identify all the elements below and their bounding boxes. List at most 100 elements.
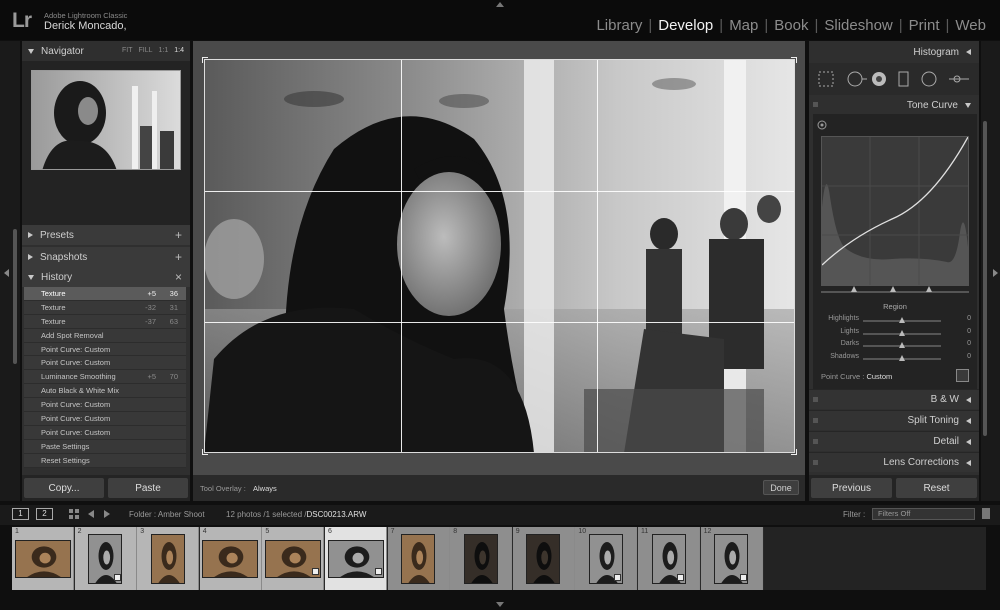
main-photo[interactable] bbox=[204, 59, 795, 453]
filmstrip-thumbnail[interactable] bbox=[463, 533, 498, 584]
history-header[interactable]: History × bbox=[22, 267, 190, 287]
zoom-1-4[interactable]: 1:4 bbox=[174, 47, 184, 54]
history-item[interactable]: Point Curve: Custom bbox=[24, 342, 186, 357]
back-arrow-icon[interactable] bbox=[88, 510, 94, 518]
reset-button[interactable]: Reset bbox=[896, 478, 977, 498]
snapshots-header[interactable]: Snapshots + bbox=[22, 247, 190, 267]
add-snapshot-icon[interactable]: + bbox=[175, 250, 182, 264]
filmstrip-cell[interactable]: 5 bbox=[262, 527, 325, 590]
develop-adjusted-badge-icon[interactable] bbox=[614, 574, 622, 581]
panel-switch-icon[interactable] bbox=[813, 397, 818, 402]
module-web[interactable]: Web bbox=[949, 17, 992, 34]
filter-select[interactable]: Filters Off bbox=[872, 508, 975, 520]
panel-lens-corrections[interactable]: Lens Corrections bbox=[809, 452, 979, 472]
panel-split-toning[interactable]: Split Toning bbox=[809, 410, 979, 430]
module-develop[interactable]: Develop bbox=[652, 17, 719, 34]
filmstrip-cell[interactable]: 9 bbox=[512, 527, 575, 590]
zoom-fit[interactable]: FIT bbox=[122, 47, 133, 54]
filmstrip-cell[interactable]: 3 bbox=[137, 527, 200, 590]
slider-track[interactable] bbox=[863, 329, 941, 336]
target-adjust-icon[interactable] bbox=[817, 120, 827, 130]
filmstrip-cell[interactable]: 2 bbox=[74, 527, 137, 590]
develop-adjusted-badge-icon[interactable] bbox=[113, 574, 121, 581]
slider-track[interactable] bbox=[863, 354, 941, 361]
slider-value[interactable]: 0 bbox=[967, 315, 971, 322]
filmstrip-cell[interactable]: 11 bbox=[638, 527, 700, 590]
panel-switch-icon[interactable] bbox=[813, 418, 818, 423]
tone-curve-header[interactable]: Tone Curve bbox=[809, 95, 979, 115]
tone-curve-graph[interactable] bbox=[821, 136, 969, 286]
slider-track[interactable] bbox=[863, 317, 941, 323]
module-book[interactable]: Book bbox=[768, 17, 814, 34]
edit-point-curve-icon[interactable] bbox=[956, 369, 969, 382]
left-panel-scrollbar[interactable] bbox=[13, 229, 17, 364]
filmstrip-thumbnail[interactable] bbox=[202, 539, 259, 578]
history-item[interactable]: Luminance Smoothing +5 70 bbox=[24, 370, 186, 385]
filter-lock-icon[interactable] bbox=[982, 508, 990, 519]
filmstrip-cell[interactable]: 8 bbox=[450, 527, 513, 590]
slider-value[interactable]: 0 bbox=[967, 353, 971, 360]
history-item[interactable]: Texture -37 63 bbox=[24, 314, 186, 329]
navigator-preview[interactable] bbox=[31, 70, 181, 170]
selected-filename[interactable]: DSC00213.ARW bbox=[307, 510, 367, 519]
hide-left-panel-arrow-icon[interactable] bbox=[4, 269, 9, 277]
history-item[interactable]: Point Curve: Custom bbox=[24, 398, 186, 413]
identity-plate[interactable]: Derick Moncado, bbox=[44, 20, 127, 32]
source-folder[interactable]: Folder : Amber Shoot bbox=[129, 510, 205, 519]
done-button[interactable]: Done bbox=[763, 480, 799, 495]
histogram-header[interactable]: Histogram bbox=[809, 42, 979, 62]
slider-value[interactable]: 0 bbox=[967, 328, 971, 335]
filmstrip-cell[interactable]: 10 bbox=[575, 527, 638, 590]
filmstrip-thumbnail[interactable] bbox=[14, 539, 71, 578]
module-slideshow[interactable]: Slideshow bbox=[818, 17, 898, 34]
main-window-button[interactable]: 1 bbox=[12, 508, 29, 520]
history-item[interactable]: Point Curve: Custom bbox=[24, 412, 186, 426]
hide-top-panel-arrow-icon[interactable] bbox=[496, 2, 504, 7]
history-item[interactable]: Point Curve: Custom bbox=[24, 356, 186, 371]
panel-detail[interactable]: Detail bbox=[809, 431, 979, 451]
slider-value[interactable]: 0 bbox=[967, 340, 971, 347]
history-item[interactable]: Reset Settings bbox=[24, 453, 186, 468]
history-item[interactable]: Texture +5 36 bbox=[24, 287, 186, 301]
filmstrip-cell[interactable]: 4 bbox=[199, 527, 262, 590]
panel-b-w[interactable]: B & W bbox=[809, 389, 979, 409]
panel-switch-icon[interactable] bbox=[813, 439, 818, 444]
right-panel-scrollbar[interactable] bbox=[983, 121, 987, 436]
forward-arrow-icon[interactable] bbox=[104, 510, 110, 518]
filmstrip-cell[interactable]: 1 bbox=[12, 527, 74, 590]
develop-adjusted-badge-icon[interactable] bbox=[739, 574, 747, 581]
develop-adjusted-badge-icon[interactable] bbox=[375, 568, 382, 575]
module-print[interactable]: Print bbox=[903, 17, 946, 34]
hide-filmstrip-arrow-icon[interactable] bbox=[496, 602, 504, 607]
zoom-1-1[interactable]: 1:1 bbox=[159, 47, 169, 54]
hide-right-panel-arrow-icon[interactable] bbox=[993, 269, 998, 277]
slider-knob[interactable] bbox=[899, 317, 905, 323]
slider-knob[interactable] bbox=[899, 342, 905, 348]
filmstrip-cell[interactable]: 6 bbox=[325, 527, 387, 590]
module-library[interactable]: Library bbox=[590, 17, 648, 34]
previous-button[interactable]: Previous bbox=[811, 478, 892, 498]
history-item[interactable]: Texture -32 31 bbox=[24, 300, 186, 315]
filmstrip-thumbnail[interactable] bbox=[401, 533, 436, 584]
history-item[interactable]: Point Curve: Custom bbox=[24, 425, 186, 440]
secondary-window-button[interactable]: 2 bbox=[36, 508, 53, 520]
history-item[interactable]: Paste Settings bbox=[24, 439, 186, 454]
filmstrip-thumbnail[interactable] bbox=[526, 533, 561, 584]
develop-adjusted-badge-icon[interactable] bbox=[312, 568, 320, 575]
paste-button[interactable]: Paste bbox=[108, 478, 188, 498]
navigator-header[interactable]: Navigator FIT FILL 1:1 1:4 bbox=[22, 41, 190, 61]
panel-switch-icon[interactable] bbox=[813, 102, 818, 107]
grid-view-icon[interactable] bbox=[69, 509, 79, 519]
history-item[interactable]: Auto Black & White Mix bbox=[24, 384, 186, 399]
slider-knob[interactable] bbox=[899, 354, 905, 361]
tool-overlay-select[interactable]: Always bbox=[253, 484, 277, 493]
point-curve-select[interactable]: Custom bbox=[866, 372, 892, 381]
slider-track[interactable] bbox=[863, 342, 941, 348]
presets-header[interactable]: Presets + bbox=[22, 225, 190, 245]
add-preset-icon[interactable]: + bbox=[175, 228, 182, 242]
copy-button[interactable]: Copy... bbox=[24, 478, 104, 498]
filmstrip-cell[interactable]: 7 bbox=[387, 527, 450, 590]
filmstrip-thumbnail[interactable] bbox=[150, 533, 185, 584]
zoom-fill[interactable]: FILL bbox=[139, 47, 153, 54]
clear-history-icon[interactable]: × bbox=[175, 270, 182, 284]
